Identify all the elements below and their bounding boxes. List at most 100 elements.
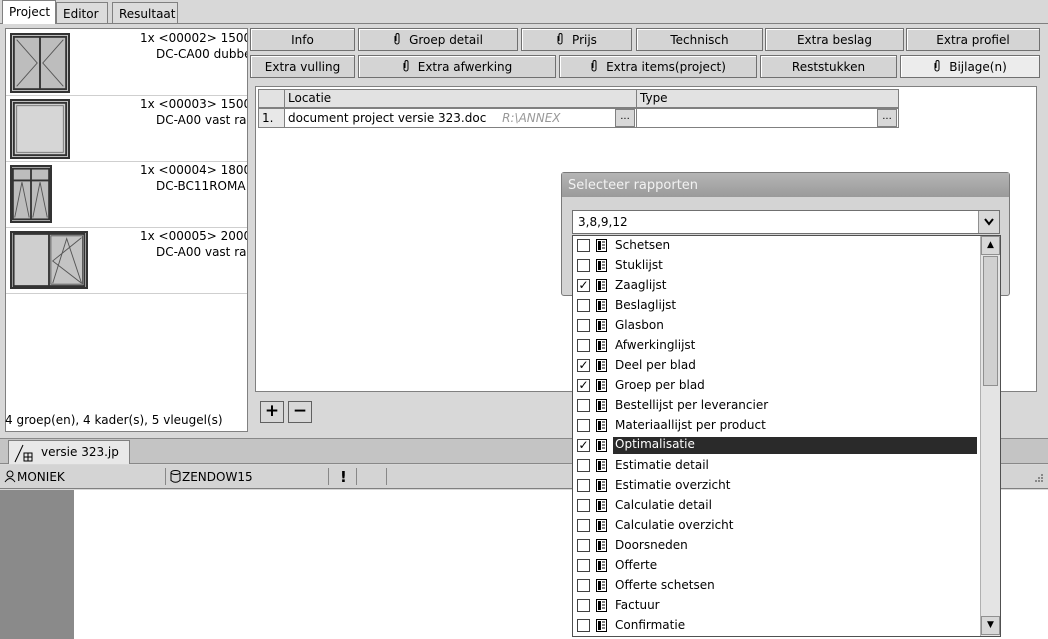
paperclip-icon [591, 60, 597, 72]
extra-afwerking-button[interactable]: Extra afwerking [358, 55, 556, 78]
report-item[interactable]: Materiaallijst per product [573, 416, 979, 436]
report-item[interactable]: Glasbon [573, 316, 979, 336]
report-item[interactable]: Bestellijst per leverancier [573, 396, 979, 416]
report-checkbox[interactable] [577, 539, 590, 552]
report-checkbox[interactable] [577, 579, 590, 592]
report-checkbox[interactable] [577, 339, 590, 352]
report-item[interactable]: ✓ Zaaglijst [573, 276, 979, 296]
report-item[interactable]: ✓ Optimalisatie [573, 436, 979, 456]
browse-locatie-button[interactable]: ... [615, 109, 635, 127]
button-label: Extra profiel [936, 33, 1010, 47]
report-checkbox[interactable] [577, 259, 590, 272]
report-checkbox[interactable] [577, 499, 590, 512]
report-checkbox[interactable] [577, 299, 590, 312]
remove-button[interactable]: − [288, 401, 312, 423]
report-label: Factuur [615, 598, 660, 612]
extra-items-button[interactable]: Extra items(project) [559, 55, 757, 78]
bijlagen-button[interactable]: Bijlage(n) [900, 55, 1040, 78]
group-item[interactable]: 1x <00003> 1500 x DC-A00 vast raa [6, 95, 247, 162]
document-tab-label: versie 323.jp [41, 445, 119, 459]
report-item[interactable]: Calculatie detail [573, 496, 979, 516]
tab-resultaat[interactable]: Resultaat [112, 2, 178, 23]
report-label: Glasbon [615, 318, 664, 332]
document-name: document project versie 323.doc [288, 111, 487, 125]
report-item[interactable]: Offerte schetsen [573, 576, 979, 596]
report-combo[interactable]: 3,8,9,12 [572, 210, 1000, 234]
scrollbar[interactable]: ▲ ▼ [980, 236, 1000, 636]
column-header-type[interactable]: Type [636, 89, 899, 108]
report-label: Estimatie detail [615, 458, 709, 472]
report-item[interactable]: Stuklijst [573, 256, 979, 276]
prijs-button[interactable]: Prijs [521, 28, 632, 51]
alert-icon[interactable]: ! [340, 468, 347, 486]
button-label: Extra items(project) [606, 60, 726, 74]
report-checkbox[interactable] [577, 519, 590, 532]
paperclip-icon [934, 60, 940, 72]
resize-grip-icon[interactable] [1032, 473, 1044, 485]
report-icon [596, 619, 607, 632]
report-item[interactable]: Calculatie overzicht [573, 516, 979, 536]
report-label: Zaaglijst [615, 278, 667, 292]
info-button[interactable]: Info [250, 28, 355, 51]
report-checkbox[interactable] [577, 559, 590, 572]
report-checkbox[interactable] [577, 479, 590, 492]
report-label: Bestellijst per leverancier [615, 398, 769, 412]
report-checkbox[interactable] [577, 599, 590, 612]
report-icon [596, 359, 607, 372]
item-title: 1x <00003> 1500 x [140, 97, 247, 111]
group-item[interactable]: 1x <00002> 1500 x DC-CA00 dubbe [6, 29, 247, 96]
report-checkbox[interactable] [577, 319, 590, 332]
paperclip-icon [557, 33, 563, 45]
group-list[interactable]: 1x <00002> 1500 x DC-CA00 dubbe 1x <0000… [5, 28, 248, 432]
report-item[interactable]: Confirmatie [573, 616, 979, 636]
report-checkbox[interactable]: ✓ [577, 359, 590, 372]
chevron-down-icon[interactable] [978, 211, 999, 233]
report-label: Beslaglijst [615, 298, 677, 312]
report-checkbox[interactable]: ✓ [577, 279, 590, 292]
report-item[interactable]: ✓ Groep per blad [573, 376, 979, 396]
tab-editor[interactable]: Editor [56, 2, 108, 23]
add-button[interactable]: + [260, 401, 284, 423]
extra-profiel-button[interactable]: Extra profiel [906, 28, 1040, 51]
report-checkbox[interactable]: ✓ [577, 439, 590, 452]
report-checkbox[interactable] [577, 419, 590, 432]
report-item[interactable]: Estimatie detail [573, 456, 979, 476]
extra-vulling-button[interactable]: Extra vulling [250, 55, 355, 78]
report-item[interactable]: Schetsen [573, 236, 979, 256]
project-file-icon [14, 444, 33, 463]
scroll-down-button[interactable]: ▼ [981, 616, 1000, 635]
combo-value: 3,8,9,12 [578, 215, 628, 229]
report-item[interactable]: Offerte [573, 556, 979, 576]
report-list[interactable]: Schetsen Stuklijst ✓ Zaaglijst Beslaglijst Gl… [572, 235, 1001, 637]
double-door-icon [10, 33, 70, 93]
report-label: Estimatie overzicht [615, 478, 731, 492]
report-label: Calculatie detail [615, 498, 712, 512]
report-checkbox[interactable] [577, 399, 590, 412]
extra-beslag-button[interactable]: Extra beslag [765, 28, 904, 51]
technisch-button[interactable]: Technisch [636, 28, 763, 51]
report-item[interactable]: Doorsneden [573, 536, 979, 556]
column-header-locatie[interactable]: Locatie [284, 89, 637, 108]
browse-type-button[interactable]: ... [877, 109, 897, 127]
locatie-field[interactable]: document project versie 323.doc R:\ANNEX [284, 108, 637, 128]
report-item[interactable]: Beslaglijst [573, 296, 979, 316]
report-checkbox[interactable] [577, 459, 590, 472]
type-field[interactable] [636, 108, 899, 128]
report-icon [596, 399, 607, 412]
reststukken-button[interactable]: Reststukken [760, 55, 897, 78]
tab-project[interactable]: Project [2, 0, 56, 24]
scroll-up-button[interactable]: ▲ [981, 236, 1000, 255]
report-checkbox[interactable] [577, 239, 590, 252]
scroll-thumb[interactable] [983, 256, 998, 386]
report-item[interactable]: Factuur [573, 596, 979, 616]
report-item[interactable]: Afwerkinglijst [573, 336, 979, 356]
item-title: 1x <00004> 1800 x [140, 163, 247, 177]
report-item[interactable]: ✓ Deel per blad [573, 356, 979, 376]
report-item[interactable]: Estimatie overzicht [573, 476, 979, 496]
group-item[interactable]: 1x <00005> 2000 x DC-A00 vast raa [6, 227, 247, 294]
groep-detail-button[interactable]: Groep detail [358, 28, 518, 51]
document-tab[interactable]: versie 323.jp [8, 440, 130, 464]
group-item[interactable]: 1x <00004> 1800 x DC-BC11ROMA [6, 161, 247, 228]
report-checkbox[interactable] [577, 619, 590, 632]
report-checkbox[interactable]: ✓ [577, 379, 590, 392]
